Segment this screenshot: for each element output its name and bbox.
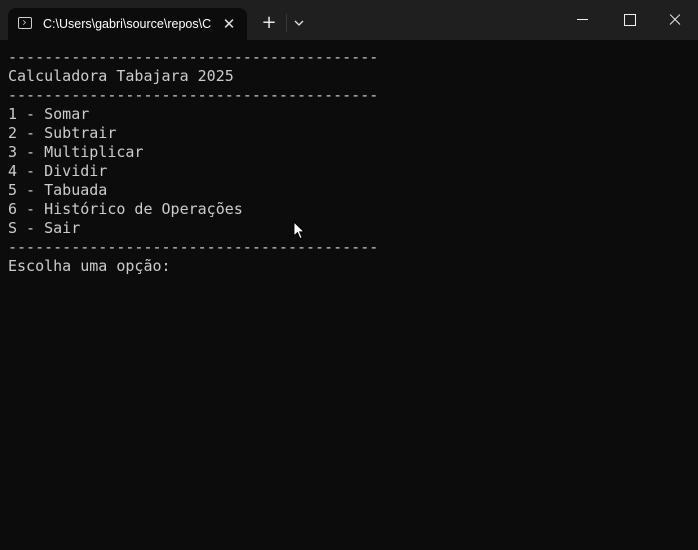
menu-option-dividir: 4 - Dividir bbox=[8, 162, 108, 180]
console-output[interactable]: ----------------------------------------… bbox=[0, 40, 690, 550]
menu-option-tabuada: 5 - Tabuada bbox=[8, 181, 108, 199]
menu-option-multiplicar: 3 - Multiplicar bbox=[8, 143, 144, 161]
menu-option-subtrair: 2 - Subtrair bbox=[8, 124, 117, 142]
mouse-cursor-icon bbox=[293, 221, 305, 240]
maximize-icon bbox=[624, 14, 636, 26]
minimize-icon bbox=[577, 19, 588, 20]
tab-console[interactable]: C:\Users\gabri\source\repos\C ✕ bbox=[8, 8, 247, 40]
menu-option-somar: 1 - Somar bbox=[8, 105, 90, 123]
tab-title: C:\Users\gabri\source\repos\C bbox=[43, 17, 212, 31]
separator-line: ----------------------------------------… bbox=[8, 48, 379, 66]
close-window-button[interactable] bbox=[652, 0, 698, 40]
maximize-button[interactable] bbox=[606, 0, 652, 40]
new-tab-button[interactable]: + bbox=[258, 12, 280, 34]
separator-line: ----------------------------------------… bbox=[8, 238, 379, 256]
terminal-icon bbox=[18, 17, 32, 29]
menu-option-sair: S - Sair bbox=[8, 219, 81, 237]
input-prompt[interactable]: Escolha uma opção: bbox=[8, 257, 171, 276]
separator-line: ----------------------------------------… bbox=[8, 86, 379, 104]
terminal-window: C:\Users\gabri\source\repos\C ✕ + ------… bbox=[0, 0, 698, 550]
program-title: Calculadora Tabajara 2025 bbox=[8, 67, 234, 85]
scrollbar[interactable] bbox=[690, 40, 698, 550]
close-tab-icon[interactable]: ✕ bbox=[219, 14, 239, 34]
titlebar-divider bbox=[286, 14, 287, 32]
minimize-button[interactable] bbox=[560, 0, 606, 40]
chevron-down-icon[interactable] bbox=[290, 12, 308, 34]
menu-option-historico: 6 - Histórico de Operações bbox=[8, 200, 243, 218]
title-bar[interactable]: C:\Users\gabri\source\repos\C ✕ + bbox=[0, 0, 698, 40]
